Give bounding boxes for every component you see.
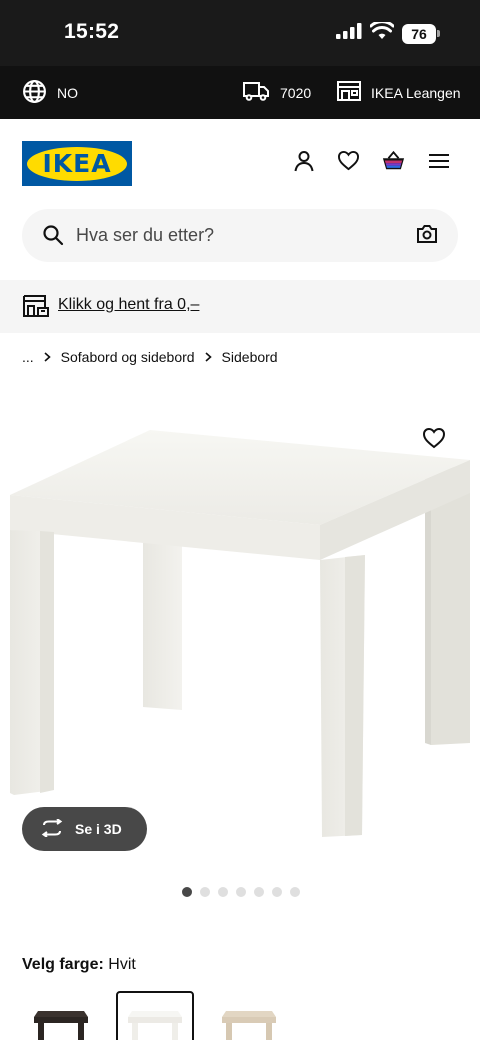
- breadcrumb-ellipsis[interactable]: ...: [22, 349, 34, 365]
- side-table-illustration: [10, 430, 470, 837]
- delivery-zip-selector[interactable]: 7020: [243, 66, 311, 119]
- site-header: IKEA: [0, 119, 480, 209]
- store-icon: [337, 80, 361, 105]
- carousel-dot[interactable]: [254, 887, 264, 897]
- search-input[interactable]: [76, 209, 396, 262]
- breadcrumb-item-sidebord[interactable]: Sidebord: [222, 349, 278, 365]
- wifi-icon: [369, 20, 395, 45]
- language-label: NO: [57, 84, 78, 101]
- swatch-black-brown[interactable]: [22, 991, 100, 1040]
- view-in-3d-button[interactable]: Se i 3D: [22, 807, 147, 851]
- swatch-white[interactable]: [116, 991, 194, 1040]
- status-time: 15:52: [64, 20, 120, 43]
- search-icon[interactable]: [42, 224, 64, 251]
- store-pickup-icon: [23, 294, 49, 323]
- favourites-icon[interactable]: [337, 149, 360, 172]
- cellular-signal-icon: [336, 23, 362, 44]
- search-bar: [22, 209, 458, 262]
- view-in-3d-label: Se i 3D: [75, 821, 122, 837]
- rotate-3d-icon: [40, 817, 64, 840]
- status-bar: 15:52 76: [0, 0, 480, 66]
- status-icons: 76: [336, 20, 440, 45]
- camera-icon[interactable]: [416, 224, 438, 249]
- profile-icon[interactable]: [292, 149, 315, 172]
- menu-icon[interactable]: [427, 149, 450, 172]
- store-selector[interactable]: IKEA Leangen: [337, 66, 461, 119]
- carousel-dot[interactable]: [182, 887, 192, 897]
- color-swatches: [22, 991, 288, 1040]
- selected-color: Hvit: [108, 956, 136, 973]
- add-to-favourites-icon[interactable]: [422, 427, 448, 451]
- zip-label: 7020: [280, 84, 312, 101]
- ikea-logo[interactable]: IKEA: [22, 141, 132, 186]
- language-selector[interactable]: NO: [22, 66, 78, 119]
- color-heading: Velg farge:: [22, 956, 104, 973]
- swatch-white-stained-oak[interactable]: [210, 991, 288, 1040]
- image-carousel-dots: [182, 887, 300, 897]
- chevron-right-icon: [44, 350, 51, 365]
- carousel-dot[interactable]: [218, 887, 228, 897]
- header-actions: [292, 149, 450, 172]
- info-bar: NO 7020 IKEA Leangen: [0, 66, 480, 119]
- product-image[interactable]: [0, 385, 480, 875]
- battery-level: 76: [402, 23, 436, 44]
- shopping-bag-icon[interactable]: [382, 149, 405, 172]
- color-selector-label: Velg farge: Hvit: [22, 956, 136, 974]
- breadcrumb: ... Sofabord og sidebord Sidebord: [22, 346, 278, 368]
- breadcrumb-item-sofabord[interactable]: Sofabord og sidebord: [61, 349, 195, 365]
- globe-icon: [22, 79, 47, 107]
- click-and-collect-link[interactable]: Klikk og hent fra 0,–: [58, 296, 199, 314]
- battery-icon: 76: [402, 23, 440, 44]
- carousel-dot[interactable]: [200, 887, 210, 897]
- store-label: IKEA Leangen: [371, 84, 461, 101]
- click-and-collect-banner: Klikk og hent fra 0,–: [0, 280, 480, 333]
- chevron-right-icon: [205, 350, 212, 365]
- carousel-dot[interactable]: [272, 887, 282, 897]
- carousel-dot[interactable]: [236, 887, 246, 897]
- carousel-dot[interactable]: [290, 887, 300, 897]
- logo-text: IKEA: [42, 149, 112, 178]
- truck-icon: [243, 80, 270, 105]
